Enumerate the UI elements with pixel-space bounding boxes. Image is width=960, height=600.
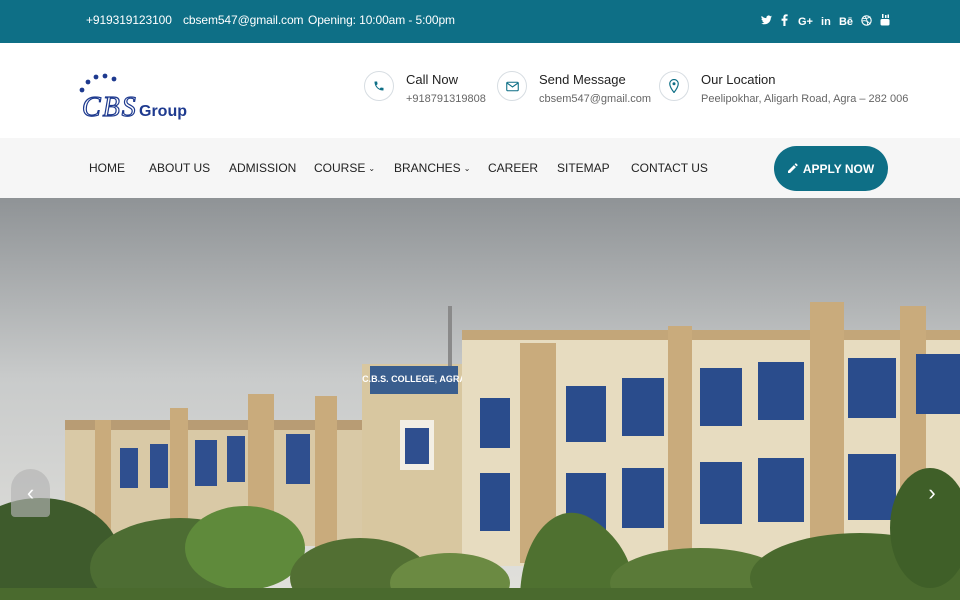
topbar-phone[interactable]: +919319123100 [86,0,172,43]
cbs-group-logo[interactable]: CBS Group [78,73,188,125]
contact-call-title: Call Now [406,72,459,87]
nav-item-course[interactable]: COURSE ⌄ [314,138,375,198]
social-links: G+ in Bē [753,0,890,43]
pencil-icon [787,162,798,176]
slider-next-button[interactable]: › [920,478,944,508]
chevron-right-icon: › [928,480,936,505]
nav-item-contact-us[interactable]: CONTACT US [631,138,708,198]
google-plus-icon[interactable]: G+ [798,16,813,28]
facebook-icon[interactable] [780,14,790,29]
svg-text:CBS: CBS [82,92,138,123]
behance-icon[interactable]: Bē [839,16,853,28]
topbar-email[interactable]: cbsem547@gmail.com [183,0,304,43]
top-bar: +919319123100 cbsem547@gmail.com Opening… [0,0,960,43]
nav-label: BRANCHES [394,161,461,175]
hero-slider: C.B.S. COLLEGE, AGRA ‹ › [0,198,960,600]
twitter-icon[interactable] [760,15,772,28]
contact-message-title: Send Message [539,72,626,87]
nav-label: ADMISSION [229,161,297,175]
youtube-icon[interactable] [880,14,890,29]
nav-label: HOME [89,161,125,175]
nav-item-career[interactable]: CAREER [488,138,538,198]
contact-location-value: Peelipokhar, Aligarh Road, Agra – 282 00… [701,93,909,105]
main-nav: HOME ABOUT US ADMISSION COURSE ⌄ BRANCHES… [0,138,960,198]
svg-text:Group: Group [139,103,187,120]
linkedin-icon[interactable]: in [821,16,831,28]
envelope-icon [497,71,527,101]
nav-label: ABOUT US [149,161,211,175]
contact-location-title: Our Location [701,72,776,87]
nav-item-sitemap[interactable]: SITEMAP [557,138,610,198]
map-marker-icon [659,71,689,101]
topbar-hours: Opening: 10:00am - 5:00pm [308,13,455,27]
campus-building-image: C.B.S. COLLEGE, AGRA [0,198,960,600]
nav-label: CONTACT US [631,161,708,175]
nav-item-branches[interactable]: BRANCHES ⌄ [394,138,470,198]
contact-message-value[interactable]: cbsem547@gmail.com [539,93,651,105]
chevron-down-icon: ⌄ [368,164,376,173]
contact-call-value[interactable]: +918791319808 [406,93,486,105]
nav-label: CAREER [488,161,539,175]
phone-icon [364,71,394,101]
nav-item-home[interactable]: HOME [89,138,125,198]
chevron-left-icon: ‹ [26,480,35,505]
nav-item-admission[interactable]: ADMISSION [229,138,296,198]
chevron-down-icon: ⌄ [463,164,471,173]
nav-label: COURSE [314,161,366,175]
apply-now-button[interactable]: APPLY NOW [774,146,888,191]
slider-prev-button[interactable]: ‹ [11,469,50,517]
dribbble-icon[interactable] [861,14,872,29]
college-sign-text: C.B.S. COLLEGE, AGRA [362,374,466,384]
nav-label: SITEMAP [557,161,610,175]
apply-now-label: APPLY NOW [802,161,875,176]
site-header: CBS Group Call Now +918791319808 Send Me… [0,43,960,138]
nav-item-about-us[interactable]: ABOUT US [149,138,210,198]
